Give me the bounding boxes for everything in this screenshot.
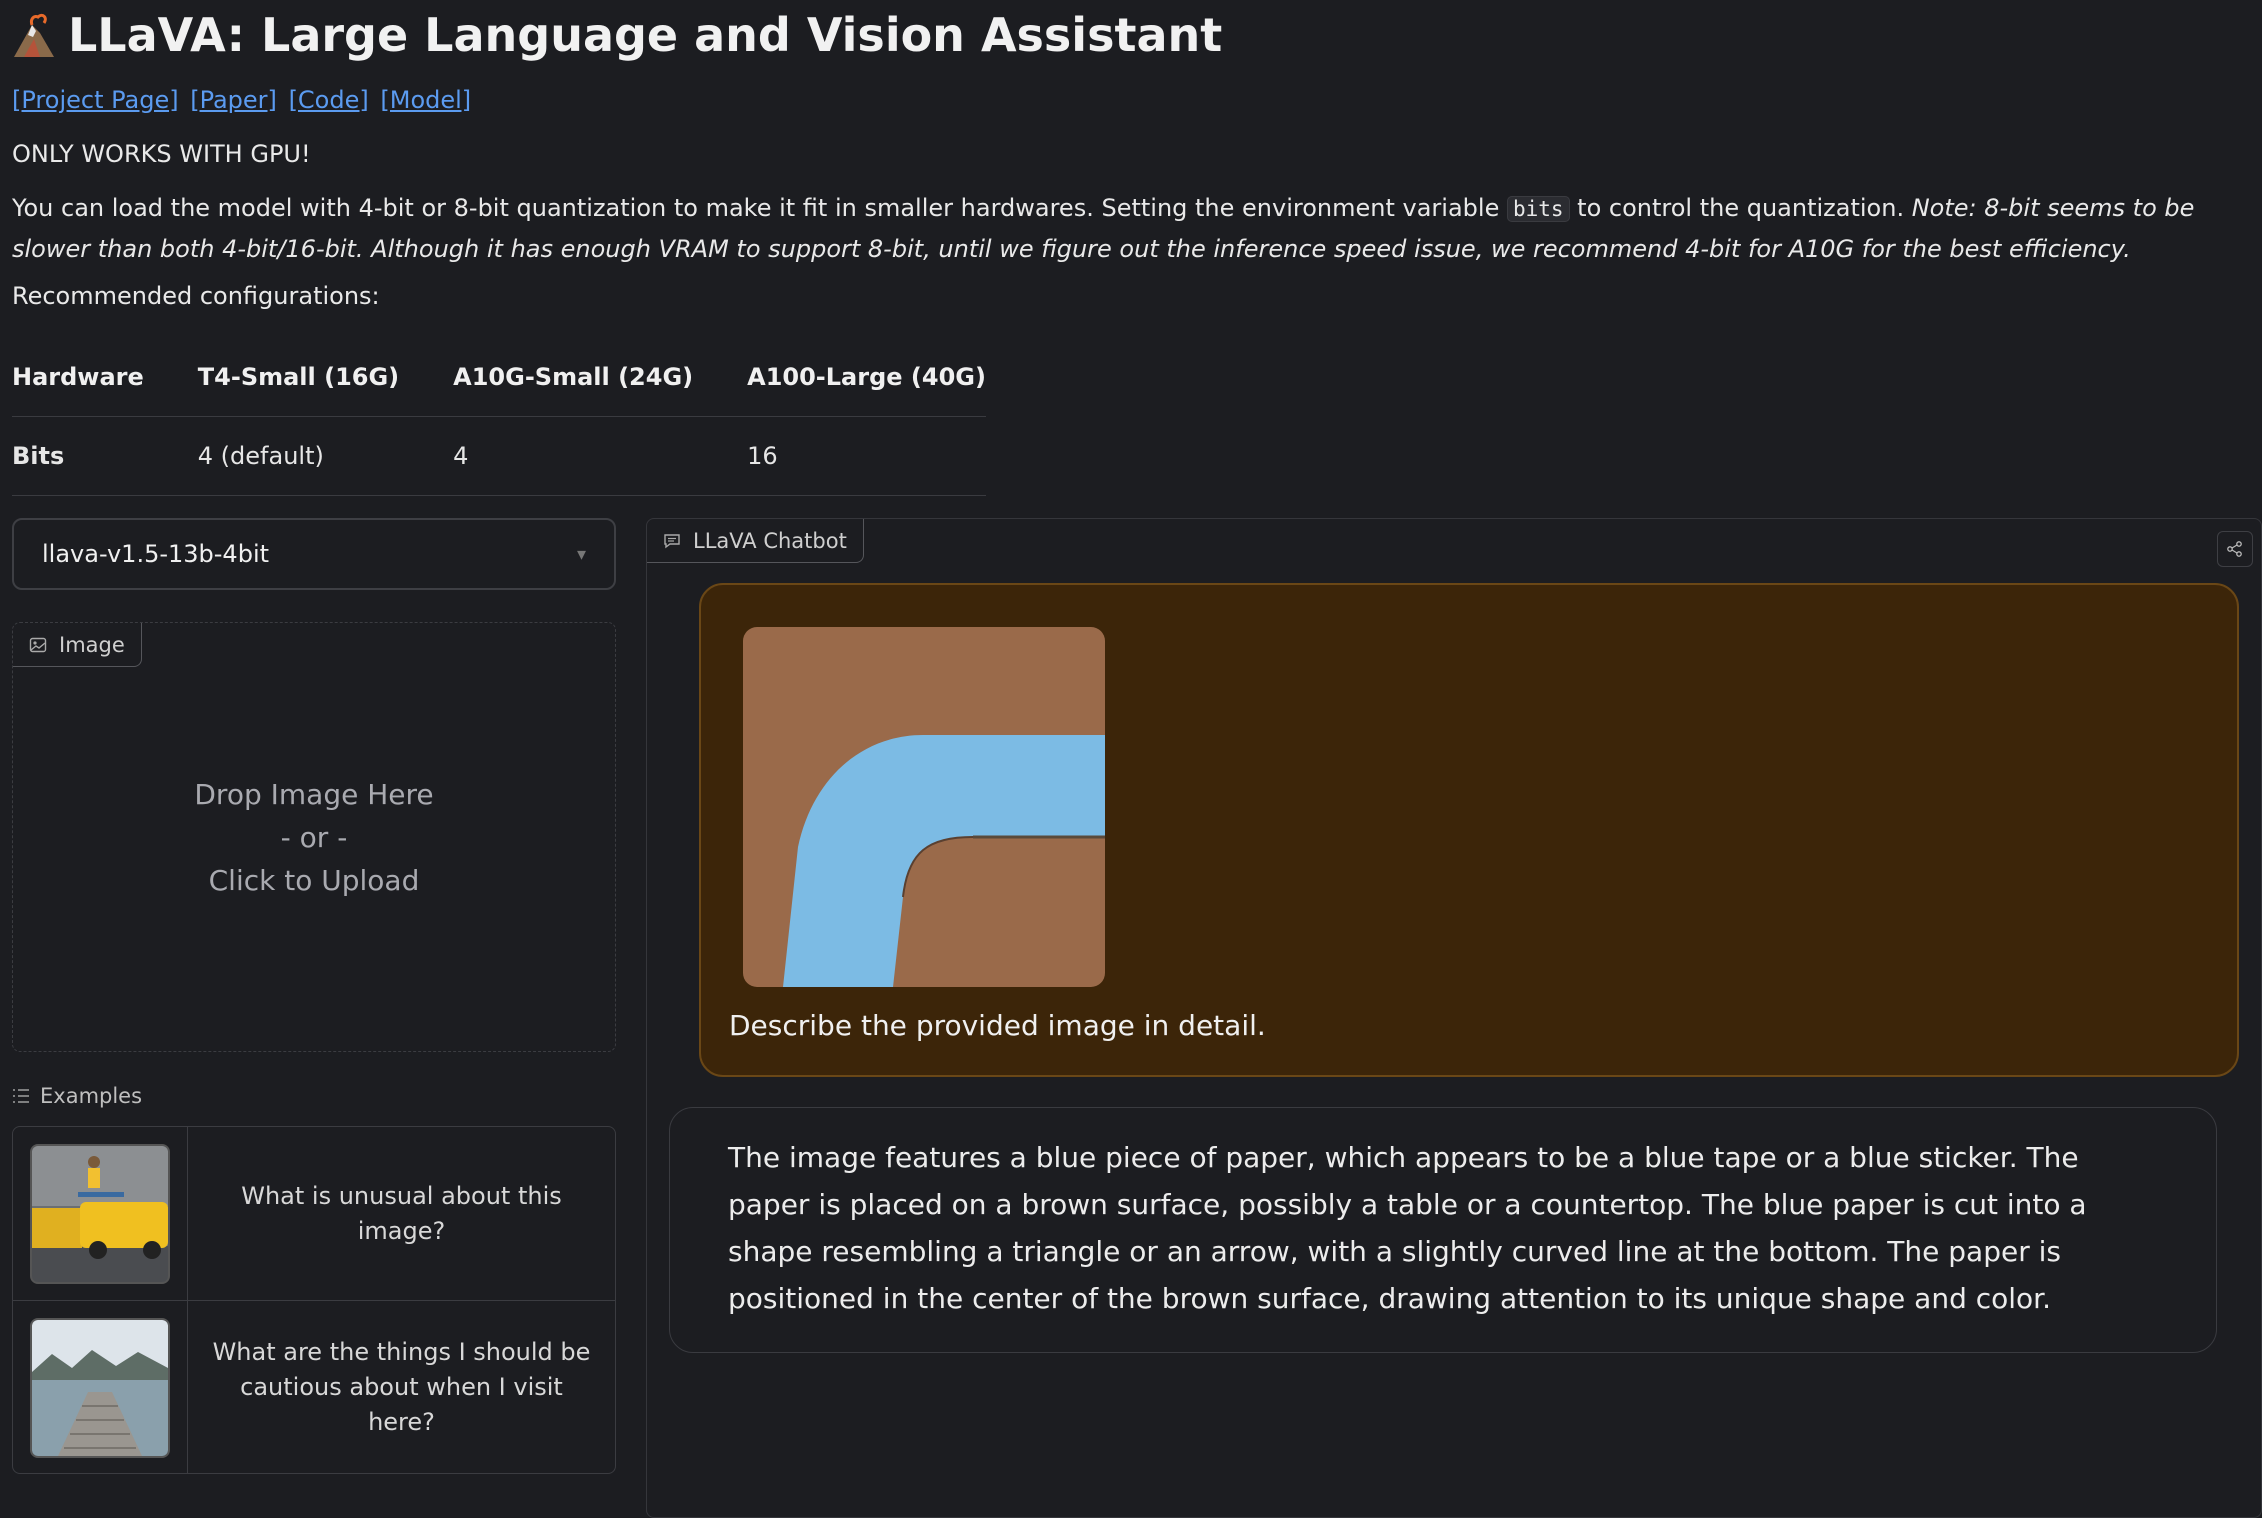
- gpu-notice: ONLY WORKS WITH GPU!: [12, 140, 311, 168]
- link-project-page[interactable]: [Project Page]: [12, 86, 179, 114]
- recommended-label: Recommended configurations:: [12, 282, 380, 310]
- image-label: Image: [13, 623, 142, 667]
- bot-message: The image features a blue piece of paper…: [669, 1107, 2217, 1353]
- description-part1: You can load the model with 4-bit or 8-b…: [12, 194, 1507, 222]
- user-message-text: Describe the provided image in detail.: [729, 1009, 1266, 1042]
- examples-label: Examples: [12, 1084, 142, 1108]
- config-header-cell: Hardware: [12, 338, 198, 417]
- config-cell: Bits: [12, 416, 198, 496]
- image-label-text: Image: [59, 632, 125, 657]
- upload-prompt: Drop Image Here - or - Click to Upload: [13, 773, 615, 902]
- example-text: What is unusual about this image?: [241, 1181, 562, 1245]
- chatbot-label: LLaVA Chatbot: [647, 519, 864, 563]
- link-model[interactable]: [Model]: [380, 86, 471, 114]
- description-part2: to control the quantization.: [1569, 194, 1912, 222]
- config-table: Hardware T4-Small (16G) A10G-Small (24G)…: [12, 338, 986, 496]
- title-text: LLaVA: Large Language and Vision Assista…: [68, 8, 1223, 62]
- page-title: LLaVA: Large Language and Vision Assista…: [10, 8, 1222, 62]
- examples-table: What is unusual about this image? What a…: [12, 1126, 616, 1474]
- lake-pier-thumb: [30, 1317, 170, 1458]
- config-header-cell: T4-Small (16G): [197, 338, 454, 417]
- links-row: [Project Page] [Paper] [Code] [Model]: [12, 86, 475, 114]
- chatbot-panel: LLaVA Chatbot Describe the provided imag…: [646, 518, 2262, 1518]
- example-row[interactable]: What is unusual about this image?: [13, 1127, 615, 1301]
- example-thumb-cell: [13, 1301, 188, 1473]
- config-header-cell: A10G-Small (24G): [453, 338, 748, 417]
- example-text: What are the things I should be cautious…: [212, 1338, 591, 1436]
- config-cell: 16: [747, 416, 986, 496]
- volcano-logo-icon: [14, 13, 54, 57]
- chatbot-label-text: LLaVA Chatbot: [693, 528, 847, 553]
- drop-line: - or -: [280, 821, 348, 854]
- drop-line: Click to Upload: [208, 864, 420, 897]
- example-thumb-cell: [13, 1127, 188, 1300]
- drop-line: Drop Image Here: [194, 778, 434, 811]
- share-button[interactable]: [2217, 531, 2253, 567]
- example-row[interactable]: What are the things I should be cautious…: [13, 1301, 615, 1473]
- link-paper[interactable]: [Paper]: [190, 86, 277, 114]
- bot-message-text: The image features a blue piece of paper…: [728, 1141, 2087, 1315]
- examples-label-text: Examples: [40, 1084, 143, 1108]
- config-cell: 4 (default): [197, 416, 454, 496]
- share-icon: [2227, 541, 2242, 557]
- taxi-ironing-thumb: [30, 1143, 170, 1284]
- image-icon: [29, 637, 47, 652]
- user-message: Describe the provided image in detail.: [699, 583, 2239, 1077]
- description: You can load the model with 4-bit or 8-b…: [12, 188, 2252, 269]
- bits-code: bits: [1506, 196, 1570, 222]
- model-dropdown[interactable]: llava-v1.5-13b-4bit ▾: [12, 518, 616, 590]
- image-upload-area[interactable]: Image Drop Image Here - or - Click to Up…: [12, 622, 616, 1052]
- model-dropdown-value: llava-v1.5-13b-4bit: [42, 540, 270, 568]
- config-row: Bits 4 (default) 4 16: [12, 416, 986, 496]
- list-icon: [13, 1089, 29, 1103]
- config-header-cell: A100-Large (40G): [747, 338, 986, 417]
- chat-icon: [664, 533, 680, 548]
- chevron-down-icon: ▾: [576, 543, 586, 565]
- config-cell: 4: [453, 416, 748, 496]
- link-code[interactable]: [Code]: [289, 86, 369, 114]
- config-header-row: Hardware T4-Small (16G) A10G-Small (24G)…: [12, 338, 986, 417]
- user-uploaded-image: [743, 627, 1105, 987]
